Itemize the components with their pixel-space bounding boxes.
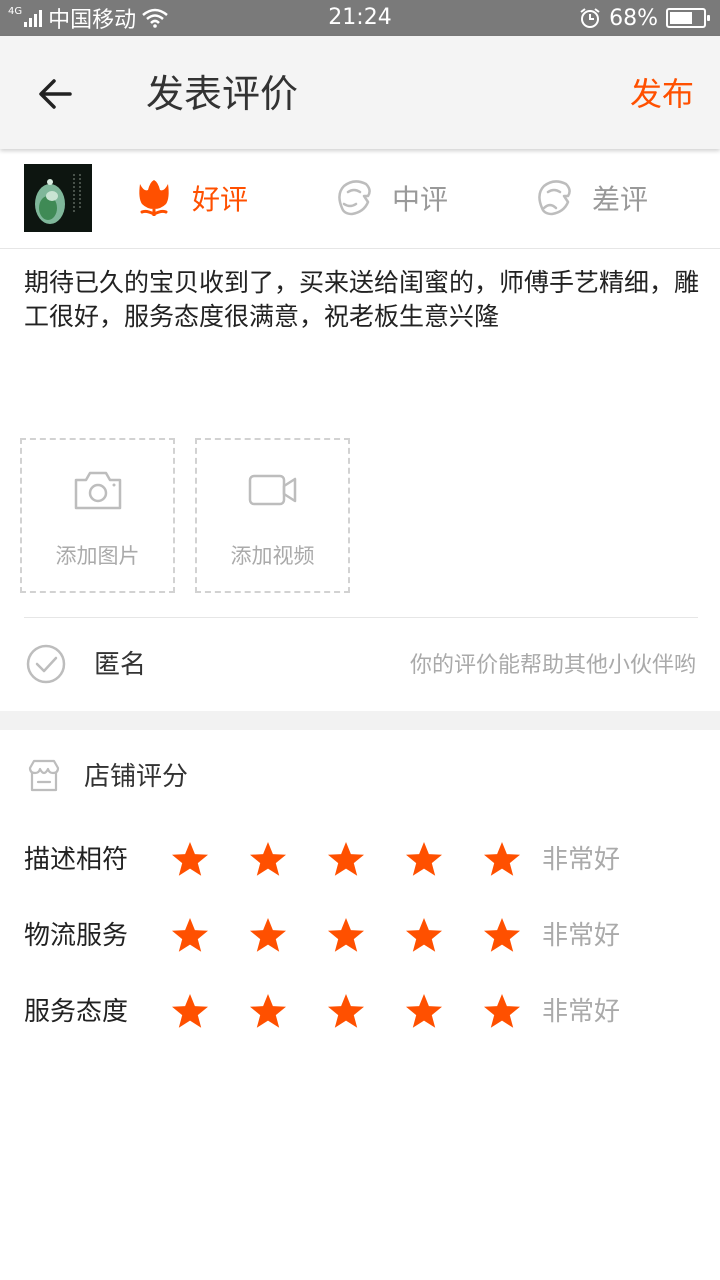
score-name: 描述相符 [24,845,129,875]
score-row-description: 描述相符 非常好 [0,830,720,890]
divider [24,617,698,618]
star-icon[interactable] [404,840,444,880]
neutral-face-icon [338,180,371,216]
star-icon[interactable] [326,916,366,956]
status-bar: 4G 中国移动 21:24 68% [0,0,720,36]
star-icon[interactable] [248,992,288,1032]
score-verdict: 非常好 [542,997,621,1027]
shop-icon [28,759,60,792]
star-rating[interactable] [170,840,522,880]
camera-icon [74,471,122,510]
publish-button[interactable]: 发布 [630,72,694,116]
check-circle-icon[interactable] [26,644,66,684]
star-rating[interactable] [170,992,522,1032]
rating-good-label: 好评 [192,183,249,216]
jade-pendant-image [24,164,92,232]
section-gap [0,711,720,730]
score-verdict: 非常好 [542,845,621,875]
alarm-icon [580,8,600,28]
rating-medium-option[interactable]: 中评 [334,172,448,224]
star-icon[interactable] [482,840,522,880]
product-thumbnail [24,164,92,232]
rating-selector: 好评 中评 差评 [0,150,720,249]
add-photo-label: 添加图片 [55,544,140,568]
score-name: 服务态度 [24,997,129,1027]
score-verdict: 非常好 [542,921,621,951]
star-icon[interactable] [404,916,444,956]
sad-face-icon [538,180,571,216]
star-rating[interactable] [170,916,522,956]
battery-fill [670,12,692,24]
header-bar: 发表评价 发布 [0,36,720,149]
star-icon[interactable] [248,916,288,956]
video-camera-icon [248,474,297,506]
star-icon[interactable] [326,840,366,880]
star-icon[interactable] [482,916,522,956]
rating-bad-label: 差评 [592,183,649,216]
add-video-label: 添加视频 [230,544,315,568]
star-icon[interactable] [170,992,210,1032]
star-icon[interactable] [326,992,366,1032]
page-title: 发表评价 [146,72,299,116]
rating-bad-option[interactable]: 差评 [534,172,648,224]
back-arrow-icon[interactable] [30,68,82,120]
anonymous-label[interactable]: 匿名 [94,648,146,682]
star-icon[interactable] [170,916,210,956]
flower-icon [139,180,169,216]
shop-score-title: 店铺评分 [84,762,189,792]
star-icon[interactable] [482,992,522,1032]
star-icon[interactable] [404,992,444,1032]
anonymous-hint: 你的评价能帮助其他小伙伴哟 [409,653,696,678]
battery-percent: 68% [609,5,658,31]
star-icon[interactable] [248,840,288,880]
battery-icon [666,8,710,28]
star-icon[interactable] [170,840,210,880]
rating-medium-label: 中评 [392,183,449,216]
rating-good-option[interactable]: 好评 [134,172,248,224]
review-textarea[interactable]: 期待已久的宝贝收到了，买来送给闺蜜的，师傅手艺精细，雕工很好，服务态度很满意，祝… [24,266,700,334]
score-row-logistics: 物流服务 非常好 [0,906,720,966]
add-photo-button[interactable]: 添加图片 [20,438,175,593]
score-name: 物流服务 [24,921,129,951]
status-right: 68% [579,4,710,32]
add-video-button[interactable]: 添加视频 [195,438,350,593]
score-row-service: 服务态度 非常好 [0,982,720,1042]
